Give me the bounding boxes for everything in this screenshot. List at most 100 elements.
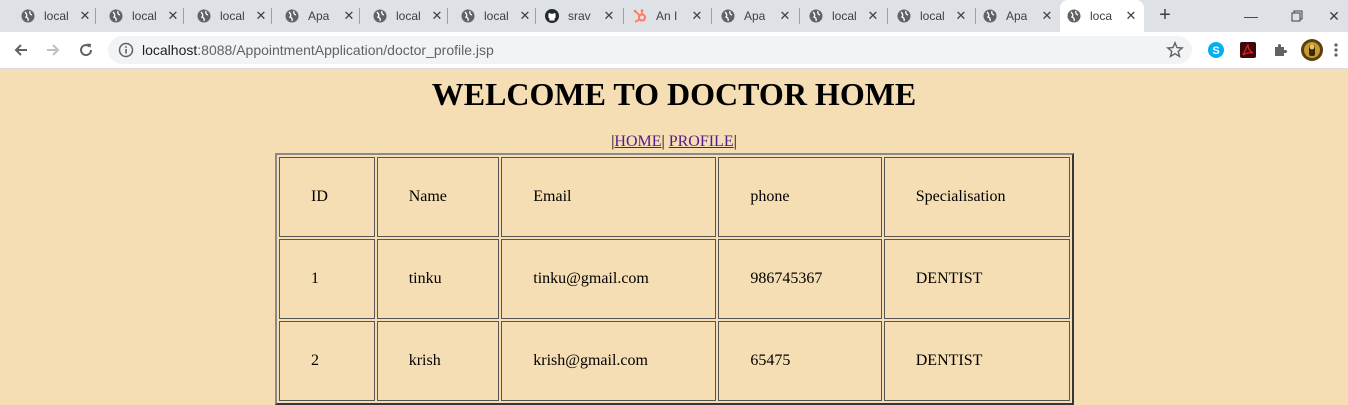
- table-header-row: ID Name Email phone Specialisation: [279, 157, 1070, 237]
- close-icon[interactable]: ✕: [690, 8, 704, 24]
- globe-icon: [808, 8, 824, 24]
- address-bar[interactable]: localhost:8088/AppointmentApplication/do…: [108, 36, 1192, 64]
- tab-title: local: [132, 9, 157, 23]
- tab-title: local: [44, 9, 69, 23]
- info-icon[interactable]: [118, 42, 134, 58]
- tab-title: local: [484, 9, 509, 23]
- cell-id: 2: [279, 321, 375, 401]
- browser-tab[interactable]: local ✕: [8, 0, 96, 32]
- cell-name: krish: [376, 321, 500, 401]
- kebab-menu-icon: [1334, 43, 1338, 57]
- minimize-button[interactable]: —: [1228, 0, 1274, 32]
- restore-button[interactable]: [1274, 0, 1320, 32]
- browser-tab[interactable]: local ✕: [800, 0, 888, 32]
- forward-button[interactable]: [41, 38, 65, 62]
- close-icon[interactable]: ✕: [1124, 8, 1138, 24]
- nav-separator: |: [733, 133, 737, 150]
- close-icon[interactable]: ✕: [954, 8, 968, 24]
- header-cell-name: Name: [376, 157, 500, 237]
- hubspot-icon: [632, 8, 648, 24]
- globe-icon: [896, 8, 912, 24]
- browser-tab[interactable]: srav ✕: [536, 0, 624, 32]
- browser-tab[interactable]: Apa ✕: [712, 0, 800, 32]
- close-icon[interactable]: ✕: [78, 8, 92, 24]
- globe-icon: [720, 8, 736, 24]
- browser-tab[interactable]: local ✕: [184, 0, 272, 32]
- browser-tab[interactable]: Apa ✕: [272, 0, 360, 32]
- close-icon[interactable]: ✕: [518, 8, 532, 24]
- browser-tab[interactable]: local ✕: [888, 0, 976, 32]
- tab-title: Apa: [744, 9, 766, 23]
- svg-text:S: S: [1212, 45, 1219, 57]
- header-cell-specialisation: Specialisation: [883, 157, 1070, 237]
- tab-title: An I: [656, 9, 678, 23]
- doctor-table: ID Name Email phone Specialisation 1 tin…: [275, 153, 1074, 405]
- page-content: WELCOME TO DOCTOR HOME |HOME| PROFILE| I…: [0, 69, 1348, 405]
- globe-icon: [460, 8, 476, 24]
- browser-tab[interactable]: Apa ✕: [976, 0, 1060, 32]
- back-arrow-icon: [14, 44, 27, 56]
- close-icon[interactable]: ✕: [166, 8, 180, 24]
- cell-name: tinku: [376, 239, 500, 319]
- extensions-puzzle-icon[interactable]: [1270, 40, 1290, 60]
- close-icon[interactable]: ✕: [1040, 8, 1054, 24]
- close-icon[interactable]: ✕: [866, 8, 880, 24]
- browser-tab[interactable]: local ✕: [448, 0, 536, 32]
- back-button[interactable]: [9, 38, 33, 62]
- profile-link[interactable]: PROFILE: [669, 133, 734, 150]
- page-heading: WELCOME TO DOCTOR HOME: [431, 76, 917, 112]
- reload-button[interactable]: [74, 38, 98, 62]
- cell-id: 1: [279, 239, 375, 319]
- header-cell-id: ID: [279, 157, 375, 237]
- skype-extension-icon[interactable]: S: [1206, 40, 1226, 60]
- globe-icon: [372, 8, 388, 24]
- url-host: localhost: [142, 42, 198, 58]
- close-icon[interactable]: ✕: [342, 8, 356, 24]
- tab-title: Apa: [1006, 9, 1028, 23]
- cell-email: krish@gmail.com: [501, 321, 717, 401]
- browser-toolbar: localhost:8088/AppointmentApplication/do…: [0, 32, 1348, 69]
- cell-specialisation: DENTIST: [883, 321, 1070, 401]
- pdf-extension-icon[interactable]: [1238, 40, 1258, 60]
- close-window-button[interactable]: ✕: [1320, 0, 1348, 32]
- globe-icon: [284, 8, 300, 24]
- forward-arrow-icon: [47, 44, 60, 56]
- profile-avatar[interactable]: [1300, 38, 1324, 62]
- table-row: 2 krish krish@gmail.com 65475 DENTIST: [279, 321, 1070, 401]
- globe-icon: [108, 8, 124, 24]
- restore-icon: [1291, 10, 1303, 22]
- github-icon: [544, 8, 560, 24]
- cell-phone: 986745367: [718, 239, 882, 319]
- table-row: 1 tinku tinku@gmail.com 986745367 DENTIS…: [279, 239, 1070, 319]
- tab-title: loca: [1090, 9, 1113, 23]
- globe-icon: [982, 8, 998, 24]
- close-icon[interactable]: ✕: [430, 8, 444, 24]
- browser-tab[interactable]: An I ✕: [624, 0, 712, 32]
- browser-tab[interactable]: local ✕: [96, 0, 184, 32]
- bookmark-star-icon[interactable]: [1166, 41, 1184, 59]
- globe-icon: [20, 8, 36, 24]
- url-path: :8088/AppointmentApplication/doctor_prof…: [197, 42, 494, 58]
- browser-tab[interactable]: local ✕: [360, 0, 448, 32]
- nav-separator: |: [661, 133, 665, 150]
- cell-phone: 65475: [718, 321, 882, 401]
- nav-links: |HOME| PROFILE|: [0, 133, 1348, 151]
- close-icon[interactable]: ✕: [778, 8, 792, 24]
- tab-title: Apa: [308, 9, 330, 23]
- browser-tab-active[interactable]: loca ✕: [1060, 0, 1144, 32]
- header-cell-phone: phone: [718, 157, 882, 237]
- cell-email: tinku@gmail.com: [501, 239, 717, 319]
- close-icon[interactable]: ✕: [602, 8, 616, 24]
- url-text[interactable]: localhost:8088/AppointmentApplication/do…: [142, 42, 494, 58]
- tab-title: local: [220, 9, 245, 23]
- home-link[interactable]: HOME: [614, 133, 661, 150]
- tab-strip: local ✕ local ✕ local ✕ Apa ✕ local ✕ lo…: [0, 0, 1348, 32]
- more-menu-button[interactable]: [1328, 40, 1344, 60]
- tab-title: local: [396, 9, 421, 23]
- header-cell-email: Email: [501, 157, 717, 237]
- globe-icon: [196, 8, 212, 24]
- close-icon[interactable]: ✕: [254, 8, 268, 24]
- cell-specialisation: DENTIST: [883, 239, 1070, 319]
- tab-title: local: [832, 9, 857, 23]
- new-tab-button[interactable]: +: [1155, 5, 1175, 25]
